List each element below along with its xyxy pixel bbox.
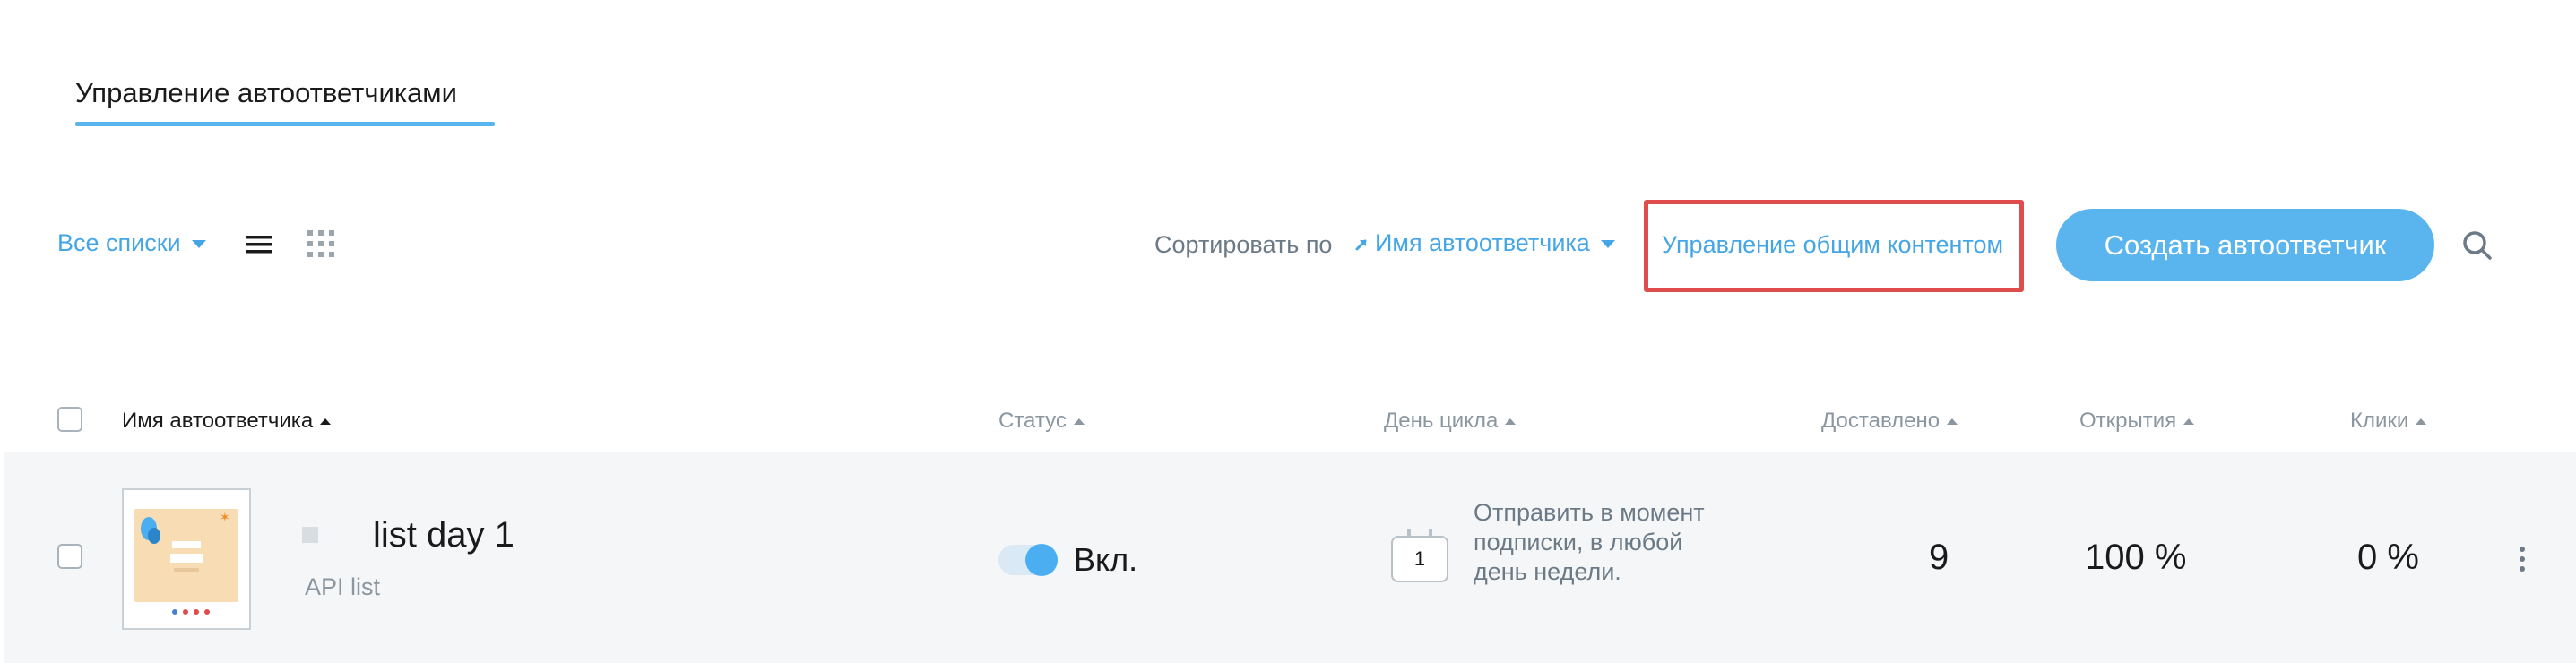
select-all-checkbox[interactable] [57,407,82,432]
column-header-name-label: Имя автоответчика [122,409,314,433]
column-header-cycle-day[interactable]: День цикла [1384,409,1517,434]
sort-asc-icon [1947,418,1958,426]
column-header-status-label: Статус [998,409,1067,433]
column-header-cycle-day-label: День цикла [1384,409,1499,433]
sort-asc-icon [1073,418,1085,426]
column-header-name[interactable]: Имя автоответчика [122,409,332,434]
chevron-down-icon [1600,240,1615,249]
opens-value: 100 % [2085,538,2187,577]
column-header-opens[interactable]: Открытия [2079,409,2195,434]
calendar-icon: 1 [1391,536,1448,582]
sort-by-value: Имя автоответчика [1375,229,1590,256]
chevron-down-icon [191,240,206,249]
active-tab-underline [75,122,495,126]
column-header-delivered[interactable]: Доставлено [1821,409,1958,434]
create-autoresponder-button[interactable]: Создать автоответчик [2056,209,2434,281]
grid-view-icon[interactable] [305,228,337,260]
sort-asc-icon [320,418,332,426]
sort-asc-icon [2416,418,2427,426]
column-header-delivered-label: Доставлено [1821,409,1941,433]
status-label: Вкл. [1074,541,1138,578]
thumbnail-footer [134,602,238,625]
list-view-icon[interactable] [244,231,274,258]
draft-square-icon [302,527,318,543]
sort-asc-icon [2183,418,2195,426]
table-row[interactable] [4,452,2576,663]
thumbnail-preview-image: ✶ [134,509,238,602]
thumbnail-illustration: ✶ [141,510,230,572]
autoresponder-list-name: API list [305,573,381,600]
column-header-clicks-label: Клики [2350,409,2409,433]
manage-shared-content-link[interactable]: Управление общим контентом [1662,231,2003,259]
column-header-clicks[interactable]: Клики [2350,409,2427,434]
sort-direction-icon [1355,239,1367,251]
delivered-value: 9 [1929,538,1949,577]
column-header-status[interactable]: Статус [998,409,1085,434]
clicks-value: 0 % [2357,538,2419,577]
sort-by-dropdown[interactable]: Имя автоответчика [1353,229,1615,257]
search-icon[interactable] [2459,228,2495,263]
row-checkbox[interactable] [57,544,82,569]
all-lists-dropdown[interactable]: Все списки [57,229,206,257]
tab-autoresponder-management[interactable]: Управление автоответчиками [75,77,457,109]
sort-by-label: Сортировать по [1154,231,1333,258]
all-lists-label: Все списки [57,229,181,256]
more-options-icon[interactable] [2515,543,2529,575]
autoresponder-title[interactable]: list day 1 [373,515,514,555]
sort-asc-icon [1505,418,1517,426]
svg-text:✶: ✶ [220,510,230,524]
column-header-opens-label: Открытия [2079,409,2177,433]
cycle-day-number: 1 [1413,547,1426,570]
status-toggle-knob [1025,544,1058,576]
cycle-description: Отправить в момент подписки, в любой ден… [1474,499,1705,585]
